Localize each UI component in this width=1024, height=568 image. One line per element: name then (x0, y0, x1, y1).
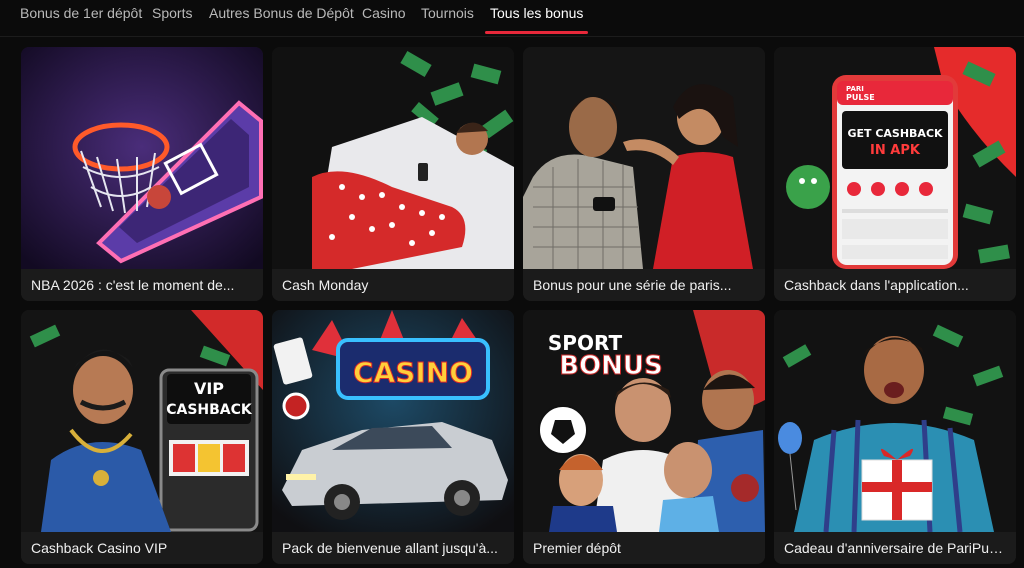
card-title: Cashback dans l'application... (784, 277, 969, 293)
card-caption: Cashback dans l'application... (774, 269, 1016, 301)
basketball-hoop-illustration (21, 47, 263, 269)
bonus-card-nba[interactable]: NBA 2026 : c'est le moment de... (21, 47, 263, 301)
tab-sports[interactable]: Sports (152, 0, 192, 34)
app-brand-text-2: PULSE (846, 93, 875, 102)
bonus-category-tabs: Bonus de 1er dépôt Sports Autres Bonus d… (0, 0, 1024, 37)
bonus-card-birthday-gift[interactable]: Cadeau d'anniversaire de PariPulse (774, 310, 1016, 564)
phone-app-cashback-illustration: PARI PULSE GET CASHBACK IN APK (774, 47, 1016, 269)
card-title: Pack de bienvenue allant jusqu'à... (282, 540, 498, 556)
bonus-card-cash-monday[interactable]: Cash Monday (272, 47, 514, 301)
tab-all-bonuses[interactable]: Tous les bonus (484, 0, 589, 34)
bonus-card-bet-series[interactable]: Bonus pour une série de paris... (523, 47, 765, 301)
man-with-gift-illustration (774, 310, 1016, 532)
card-caption: Pack de bienvenue allant jusqu'à... (272, 532, 514, 564)
card-caption: Premier dépôt (523, 532, 765, 564)
tab-casino[interactable]: Casino (362, 0, 406, 34)
couple-with-phone-illustration (523, 47, 765, 269)
card-title: Premier dépôt (533, 540, 621, 556)
card-caption: Cash Monday (272, 269, 514, 301)
card-title: Cadeau d'anniversaire de PariPulse (784, 540, 1006, 556)
bonus-card-first-deposit[interactable]: SPORT BONUS Premier dépôt (523, 310, 765, 564)
bonus-card-vip-cashback[interactable]: VIP CASHBACK Cashback Casino VIP (21, 310, 263, 564)
man-in-polka-dot-pajamas-illustration (272, 47, 514, 269)
card-title: Bonus pour une série de paris... (533, 277, 732, 293)
card-title: Cash Monday (282, 277, 369, 293)
tab-tournaments[interactable]: Tournois (421, 0, 474, 34)
tab-other-deposit-bonus[interactable]: Autres Bonus de Dépôt (209, 0, 354, 34)
app-headline-2: IN APK (870, 143, 921, 158)
tab-first-deposit-bonus[interactable]: Bonus de 1er dépôt (20, 0, 142, 34)
card-caption: Cashback Casino VIP (21, 532, 263, 564)
casino-car-illustration: CASINO (272, 310, 514, 532)
cashback-text: CASHBACK (166, 402, 253, 418)
bonus-card-welcome-pack[interactable]: CASINO Pack de bienvenue allant jusqu'à.… (272, 310, 514, 564)
vip-text: VIP (194, 379, 224, 398)
card-caption: Cadeau d'anniversaire de PariPulse (774, 532, 1016, 564)
card-caption: Bonus pour une série de paris... (523, 269, 765, 301)
casino-sign-text: CASINO (353, 356, 473, 389)
bonus-text: BONUS (559, 351, 663, 381)
card-title: NBA 2026 : c'est le moment de... (31, 277, 235, 293)
app-brand-text: PARI (846, 85, 864, 93)
bonus-card-app-cashback[interactable]: PARI PULSE GET CASHBACK IN APK Cashback … (774, 47, 1016, 301)
vip-slot-machine-illustration: VIP CASHBACK (21, 310, 263, 532)
app-headline-1: GET CASHBACK (847, 127, 943, 140)
card-title: Cashback Casino VIP (31, 540, 168, 556)
sport-bonus-players-illustration: SPORT BONUS (523, 310, 765, 532)
card-caption: NBA 2026 : c'est le moment de... (21, 269, 263, 301)
